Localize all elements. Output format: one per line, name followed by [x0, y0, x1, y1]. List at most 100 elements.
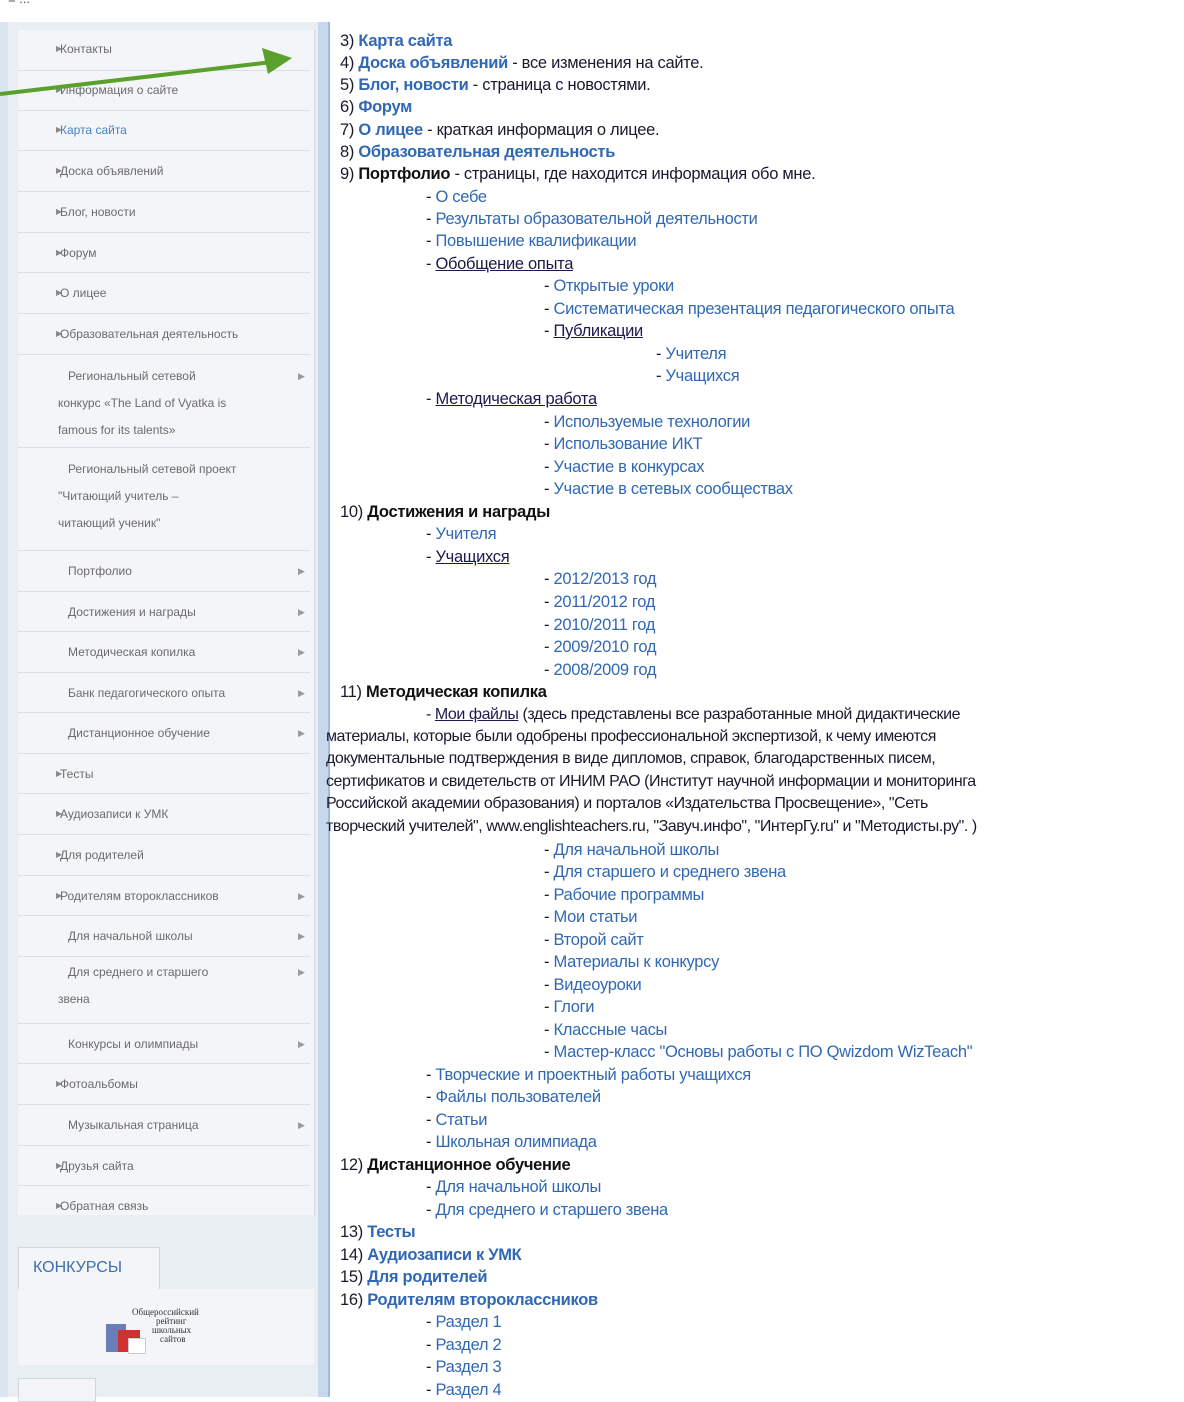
sitemap-line: - Мои статьи	[544, 908, 638, 926]
sitemap-line: 16) Родителям второклассников	[340, 1291, 598, 1309]
link-my-files[interactable]: Мои файлы	[435, 706, 519, 723]
link-file-masterclass[interactable]: Мастер-класс "Основы работы с ПО Qwizdom…	[553, 1043, 972, 1061]
rating-logo[interactable]: Общероссийский рейтинг школьных сайтов	[106, 1308, 214, 1358]
sidebar-item-photo[interactable]: ▶ Фотоальбомы	[18, 1064, 310, 1105]
sidebar-item-feedback[interactable]: ▶ Обратная связь	[18, 1186, 310, 1227]
link-about[interactable]: О себе	[435, 188, 487, 206]
tab-konkursy[interactable]: КОНКУРСЫ	[18, 1247, 160, 1290]
link-pub-teacher[interactable]: Учителя	[665, 345, 726, 363]
sidebar-item-distance[interactable]: Дистанционное обучение ▶	[18, 713, 310, 754]
sidebar-item-methodical[interactable]: Методическая копилка ▶	[18, 632, 310, 673]
sidebar-item-audio[interactable]: ▶ Аудиозаписи к УМК	[18, 794, 310, 835]
sidebar-item-music[interactable]: Музыкальная страница ▶	[18, 1105, 310, 1146]
link-file-second-site[interactable]: Второй сайт	[553, 931, 643, 949]
sitemap-line: - Раздел 2	[426, 1336, 502, 1354]
link-year[interactable]: 2012/2013 год	[553, 570, 656, 588]
link-file-video[interactable]: Видеоуроки	[553, 976, 641, 994]
sidebar-item-blog[interactable]: ▶ Блог, новости	[18, 192, 310, 233]
link-sitemap[interactable]: Карта сайта	[358, 32, 452, 50]
link-audio[interactable]: Аудиозаписи к УМК	[367, 1246, 521, 1264]
link-blog[interactable]: Блог, новости	[358, 76, 468, 94]
link-year[interactable]: 2009/2010 год	[553, 638, 656, 656]
link-contests[interactable]: Участие в конкурсах	[553, 458, 704, 476]
left-edge	[0, 22, 8, 1397]
link-file-glogs[interactable]: Глоги	[553, 998, 594, 1016]
link-olympiad[interactable]: Школьная олимпиада	[435, 1133, 596, 1151]
sidebar-item-tests[interactable]: ▶ Тесты	[18, 754, 310, 794]
sidebar-item-education[interactable]: ▶ Образовательная деятельность	[18, 314, 310, 355]
link-distance-primary[interactable]: Для начальной школы	[435, 1178, 601, 1196]
sidebar-item-vyatka-contest[interactable]: Региональный сетевой конкурс «The Land o…	[18, 355, 310, 448]
link-user-files[interactable]: Файлы пользователей	[435, 1088, 601, 1106]
sidebar-item-portfolio[interactable]: Портфолио ▶	[18, 551, 310, 592]
sitemap-line: - 2012/2013 год	[544, 570, 657, 588]
link-presentation[interactable]: Систематическая презентация педагогическ…	[553, 300, 954, 318]
sidebar-item-lyceum[interactable]: ▶ О лицее	[18, 273, 310, 314]
link-year[interactable]: 2008/2009 год	[553, 661, 656, 679]
link-results[interactable]: Результаты образовательной деятельности	[435, 210, 757, 228]
link-forum[interactable]: Форум	[358, 98, 412, 116]
sidebar-item-primary-school[interactable]: Для начальной школы ▶	[18, 916, 310, 957]
link-file-class-hours[interactable]: Классные часы	[553, 1021, 667, 1039]
link-pub-students[interactable]: Учащихся	[665, 367, 739, 385]
link-file-senior[interactable]: Для старшего и среднего звена	[553, 863, 786, 881]
link-ach-teacher[interactable]: Учителя	[435, 525, 496, 543]
link-open-lessons[interactable]: Открытые уроки	[553, 277, 674, 295]
link-file-contest[interactable]: Материалы к конкурсу	[553, 953, 719, 971]
link-ach-students[interactable]: Учащихся	[435, 548, 509, 566]
sidebar-item-board[interactable]: ▶ Доска объявлений	[18, 151, 310, 192]
link-second-grade[interactable]: Родителям второклассников	[367, 1291, 598, 1309]
link-tests[interactable]: Тесты	[367, 1223, 415, 1241]
link-file-articles[interactable]: Мои статьи	[553, 908, 637, 926]
link-articles[interactable]: Статьи	[435, 1111, 487, 1129]
sidebar-item-reading-project[interactable]: Региональный сетевой проект "Читающий уч…	[18, 448, 310, 551]
link-ict[interactable]: Использование ИКТ	[553, 435, 702, 453]
sidebar-item-achievements[interactable]: Достижения и награды ▶	[18, 592, 310, 632]
sidebar-item-parents[interactable]: ▶ Для родителей	[18, 835, 310, 876]
sidebar-item-bank[interactable]: Банк педагогического опыта ▶	[18, 673, 310, 713]
sitemap-line: 12) Дистанционное обучение	[340, 1156, 571, 1174]
link-section[interactable]: Раздел 3	[435, 1358, 501, 1376]
link-section[interactable]: Раздел 1	[435, 1313, 501, 1331]
link-qualification[interactable]: Повышение квалификации	[435, 232, 636, 250]
chevron-right-icon: ▶	[298, 607, 305, 617]
link-section[interactable]: Раздел 2	[435, 1336, 501, 1354]
link-education[interactable]: Образовательная деятельность	[358, 143, 615, 161]
link-year[interactable]: 2010/2011 год	[553, 616, 655, 634]
files-description-line: материалы, которые были одобрены професс…	[326, 728, 936, 745]
link-lyceum[interactable]: О лицее	[358, 121, 423, 139]
sitemap-line: - Школьная олимпиада	[426, 1133, 597, 1151]
sitemap-line: - Используемые технологии	[544, 413, 751, 431]
link-parents[interactable]: Для родителей	[367, 1268, 487, 1286]
sidebar-item-sitemap[interactable]: ▶ Карта сайта	[18, 111, 310, 151]
link-year[interactable]: 2011/2012 год	[553, 593, 655, 611]
sidebar-item-olympiads[interactable]: Конкурсы и олимпиады ▶	[18, 1024, 310, 1064]
sitemap-line: 5) Блог, новости - страница с новостями.	[340, 76, 651, 94]
sitemap-line: - Мастер-класс "Основы работы с ПО Qwizd…	[544, 1043, 973, 1061]
sitemap-line: - Участие в конкурсах	[544, 458, 705, 476]
link-experience[interactable]: Обобщение опыта	[435, 255, 573, 273]
link-section[interactable]: Раздел 4	[435, 1381, 501, 1399]
sitemap-line: - Видеоуроки	[544, 976, 642, 994]
bottom-tab[interactable]	[18, 1378, 96, 1402]
link-board[interactable]: Доска объявлений	[358, 54, 508, 72]
link-student-works[interactable]: Творческие и проектный работы учащихся	[435, 1066, 751, 1084]
link-distance-senior[interactable]: Для среднего и старшего звена	[435, 1201, 668, 1219]
sidebar-item-secondary-school[interactable]: Для среднего и старшего звена ▶	[18, 957, 310, 1024]
link-file-primary[interactable]: Для начальной школы	[553, 841, 719, 859]
sitemap-line: - Статьи	[426, 1111, 488, 1129]
link-methodical-work[interactable]: Методическая работа	[435, 390, 597, 408]
sidebar-item-second-grade-parents[interactable]: ▶ Родителям второклассников ▶	[18, 876, 310, 916]
sidebar-item-forum[interactable]: ▶ Форум	[18, 233, 310, 273]
sitemap-line: - Материалы к конкурсу	[544, 953, 720, 971]
sitemap-line: 6) Форум	[340, 98, 413, 116]
sidebar-item-friends[interactable]: ▶ Друзья сайта	[18, 1146, 310, 1186]
sitemap-line: - Обобщение опыта	[426, 255, 574, 273]
link-publications[interactable]: Публикации	[553, 322, 643, 340]
top-bar: ≡ ...	[0, 0, 1184, 22]
link-technologies[interactable]: Используемые технологии	[553, 413, 750, 431]
sitemap-line: - 2008/2009 год	[544, 661, 657, 679]
link-network[interactable]: Участие в сетевых сообществах	[553, 480, 793, 498]
link-file-programs[interactable]: Рабочие программы	[553, 886, 704, 904]
sitemap-line: 14) Аудиозаписи к УМК	[340, 1246, 522, 1264]
